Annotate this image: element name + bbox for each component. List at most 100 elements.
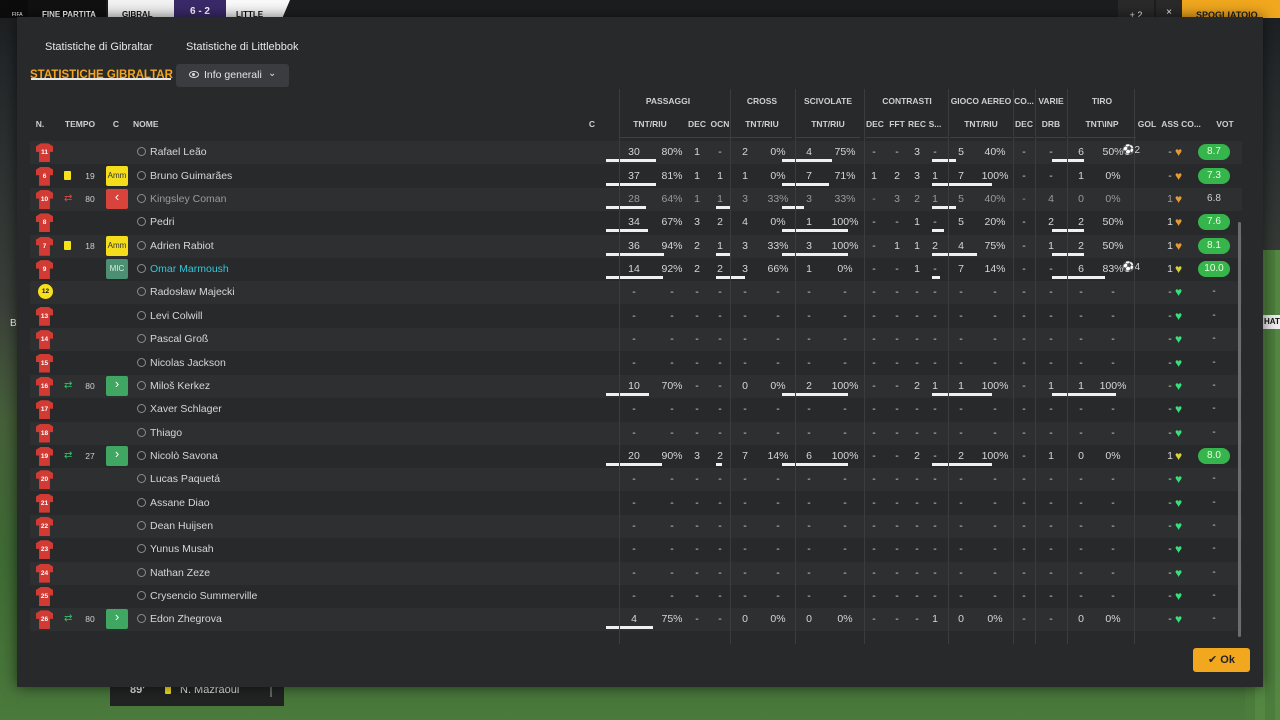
- player-name[interactable]: Miloš Kerkez: [150, 380, 210, 392]
- header-sub-0[interactable]: TNT/RIU: [620, 119, 680, 129]
- stat-pt: 20: [628, 449, 640, 462]
- header-group-5[interactable]: CO...: [1014, 96, 1034, 106]
- stat-tp: -: [1111, 356, 1115, 369]
- table-row[interactable]: 20 Lucas Paquetá - - - - - - - - - - - - - - - - - - - ♥ -: [30, 468, 1242, 492]
- header-name[interactable]: NOME: [133, 119, 159, 129]
- header-sub-8[interactable]: S...: [927, 119, 943, 129]
- header-sub-10[interactable]: DEC: [1014, 119, 1034, 129]
- player-name[interactable]: Xaver Schlager: [150, 403, 222, 415]
- header-sub-11[interactable]: DRB: [1036, 119, 1066, 129]
- player-name[interactable]: Crysencio Summerville: [150, 590, 257, 602]
- table-row[interactable]: 19 ⇄ 27 › Nicolò Savona 20 90% 3 2 7 14% 6 100% - -2-2…: [30, 445, 1242, 468]
- header-c2[interactable]: C: [586, 119, 598, 129]
- stat-ct: -: [743, 403, 747, 416]
- stat-k4: -: [933, 590, 937, 602]
- player-name[interactable]: Nicolas Jackson: [150, 357, 226, 369]
- table-row[interactable]: 15 Nicolas Jackson - - - - - - - - - - - - - - - - - - - ♥ -: [30, 352, 1242, 375]
- stat-pt: 36: [628, 239, 640, 252]
- percent-bar: [606, 229, 648, 233]
- header-sub-5[interactable]: DEC: [866, 119, 884, 129]
- player-name[interactable]: Rafael Leão: [150, 146, 207, 158]
- player-name[interactable]: Kingsley Coman: [150, 193, 226, 205]
- condition-heart-icon: ♥: [1175, 402, 1183, 417]
- header-group-0[interactable]: PASSAGGI: [624, 96, 712, 106]
- player-name[interactable]: Nicolò Savona: [150, 450, 218, 462]
- header-group-6[interactable]: VARIE: [1036, 96, 1066, 106]
- player-name[interactable]: Assane Diao: [150, 497, 210, 509]
- player-name[interactable]: Bruno Guimarães: [150, 170, 232, 182]
- extra-button[interactable]: + 2: [1118, 0, 1154, 20]
- table-row[interactable]: 8 Pedri 34 67% 3 2 4 0% 1 100% - -1-5 20% -2 2 50% 1 ♥ 7.6: [30, 211, 1242, 234]
- header-sub-15[interactable]: CO...: [1180, 119, 1202, 129]
- player-name[interactable]: Adrien Rabiot: [150, 240, 214, 252]
- table-row[interactable]: 12 Radosław Majecki - - - - - - - - - - - - - - - - - - - ♥ -: [30, 281, 1242, 305]
- header-group-1[interactable]: CROSS: [732, 96, 792, 106]
- stat-pt: -: [632, 426, 636, 439]
- table-row[interactable]: 26 ⇄ 80 › Edon Zhegrova 4 75% - -0 0% 0 0% - - -1 0 0% - -…: [30, 608, 1242, 632]
- table-row[interactable]: 9 MIC Omar Marmoush 14 92% 2 2 3 66% 1 0% - -1-7 14% -…: [30, 258, 1242, 281]
- header-c[interactable]: C: [110, 119, 122, 129]
- table-row[interactable]: 16 ⇄ 80 › Miloš Kerkez 10 70% - -0 0% 2 100% - -2 1 1 10…: [30, 374, 1242, 398]
- table-row[interactable]: 17 Xaver Schlager - - - - - - - - - - - - - - - - - - - ♥ -: [30, 398, 1242, 421]
- player-name[interactable]: Nathan Zeze: [150, 567, 210, 579]
- player-name[interactable]: Omar Marmoush: [150, 263, 229, 275]
- close-icon[interactable]: ×: [1156, 0, 1182, 18]
- header-group-4[interactable]: GIOCO AEREO: [950, 96, 1012, 106]
- header-group-3[interactable]: CONTRASTI: [866, 96, 948, 106]
- header-sub-7[interactable]: REC: [908, 119, 926, 129]
- table-row[interactable]: 18 Thiago - - - - - - - - - - - - - - - - - - - ♥ -: [30, 421, 1242, 445]
- player-name[interactable]: Edon Zhegrova: [150, 613, 222, 625]
- stat-k3: -: [915, 566, 919, 579]
- table-row[interactable]: 21 Assane Diao - - - - - - - - - - - - - - - - - - - ♥ -: [30, 492, 1242, 515]
- table-row[interactable]: 11 Rafael Leão 30 80% 1-2 0% 4 75% - -3-5 40% - -6 50…: [30, 141, 1242, 165]
- header-time[interactable]: TEMPO: [60, 119, 100, 129]
- player-name[interactable]: Dean Huijsen: [150, 520, 213, 532]
- stat-sp: 75%: [834, 146, 856, 159]
- condition-heart-icon: ♥: [1175, 612, 1183, 627]
- header-sub-13[interactable]: GOL: [1136, 119, 1158, 129]
- header-sub-16[interactable]: VOT: [1210, 119, 1240, 129]
- stat-ct: 3: [742, 239, 748, 252]
- header-sub-9[interactable]: TNT/RIU: [950, 119, 1012, 129]
- table-row[interactable]: 7 18 Amm Adrien Rabiot 36 94% 2 1 3 33% 3 100% -1 1 2 4…: [30, 234, 1242, 258]
- percent-bar: [782, 206, 804, 210]
- table-row[interactable]: 22 Dean Huijsen - - - - - - - - - - - - - - - - - - - ♥ -: [30, 514, 1242, 538]
- table-row[interactable]: 14 Pascal Groß - - - - - - - - - - - - - - - - - - - ♥ -: [30, 328, 1242, 352]
- player-name[interactable]: Lucas Paquetá: [150, 473, 220, 485]
- dressing-room-button[interactable]: SPOGLIATOIO: [1182, 0, 1280, 20]
- table-row[interactable]: 6 19 Amm Bruno Guimarães 37 81% 1 1 1 0% 7 71% 1 2 3 1 7…: [30, 165, 1242, 188]
- header-sub-6[interactable]: FFT: [888, 119, 906, 129]
- shirt-number-icon: 6: [36, 166, 53, 186]
- minute: 80: [85, 194, 95, 205]
- header-sub-3[interactable]: TNT/RIU: [732, 119, 792, 129]
- player-name[interactable]: Pedri: [150, 216, 175, 228]
- header-group-2[interactable]: SCIVOLATE: [796, 96, 860, 106]
- stat-drb: 2: [1048, 216, 1054, 229]
- header-number[interactable]: N.: [30, 119, 50, 129]
- stat-ct: 0: [742, 613, 748, 626]
- stat-st: -: [807, 403, 811, 416]
- ok-button[interactable]: ✔ Ok: [1193, 648, 1250, 672]
- header-sub-1[interactable]: DEC: [688, 119, 706, 129]
- header-sub-2[interactable]: OCN: [710, 119, 730, 129]
- view-dropdown[interactable]: Info generali ⌄: [176, 64, 289, 87]
- stat-pp: -: [670, 543, 674, 556]
- player-name[interactable]: Yunus Musah: [150, 543, 214, 555]
- table-row[interactable]: 13 Levi Colwill - - - - - - - - - - - - - - - - - - - ♥ -: [30, 305, 1242, 328]
- stat-tp: 0%: [1105, 613, 1121, 626]
- header-sub-4[interactable]: TNT/RIU: [796, 119, 860, 129]
- table-row[interactable]: 10 ⇄ 80 ‹ Kingsley Coman 28 64% 1 1 3 33% 3 33% -3 2 1 5…: [30, 188, 1242, 212]
- table-row[interactable]: 24 Nathan Zeze - - - - - - - - - - - - - - - - - - - ♥ -: [30, 561, 1242, 585]
- player-name[interactable]: Pascal Groß: [150, 333, 208, 345]
- header-sub-14[interactable]: ASS: [1160, 119, 1180, 129]
- player-name[interactable]: Radosław Majecki: [150, 286, 235, 298]
- table-row[interactable]: 23 Yunus Musah - - - - - - - - - - - - - - - - - - - ♥ -: [30, 538, 1242, 561]
- rating: 8.7: [1198, 144, 1230, 161]
- stat-tp: -: [1111, 403, 1115, 416]
- player-name[interactable]: Levi Colwill: [150, 310, 203, 322]
- header-sub-12[interactable]: TNT\INP: [1068, 119, 1136, 129]
- header-group-7[interactable]: TIRO: [1068, 96, 1136, 106]
- scrollbar[interactable]: [1238, 222, 1241, 637]
- player-name[interactable]: Thiago: [150, 427, 182, 439]
- table-row[interactable]: 25 Crysencio Summerville - - - - - - - - - - - - - - - - -…: [30, 585, 1242, 608]
